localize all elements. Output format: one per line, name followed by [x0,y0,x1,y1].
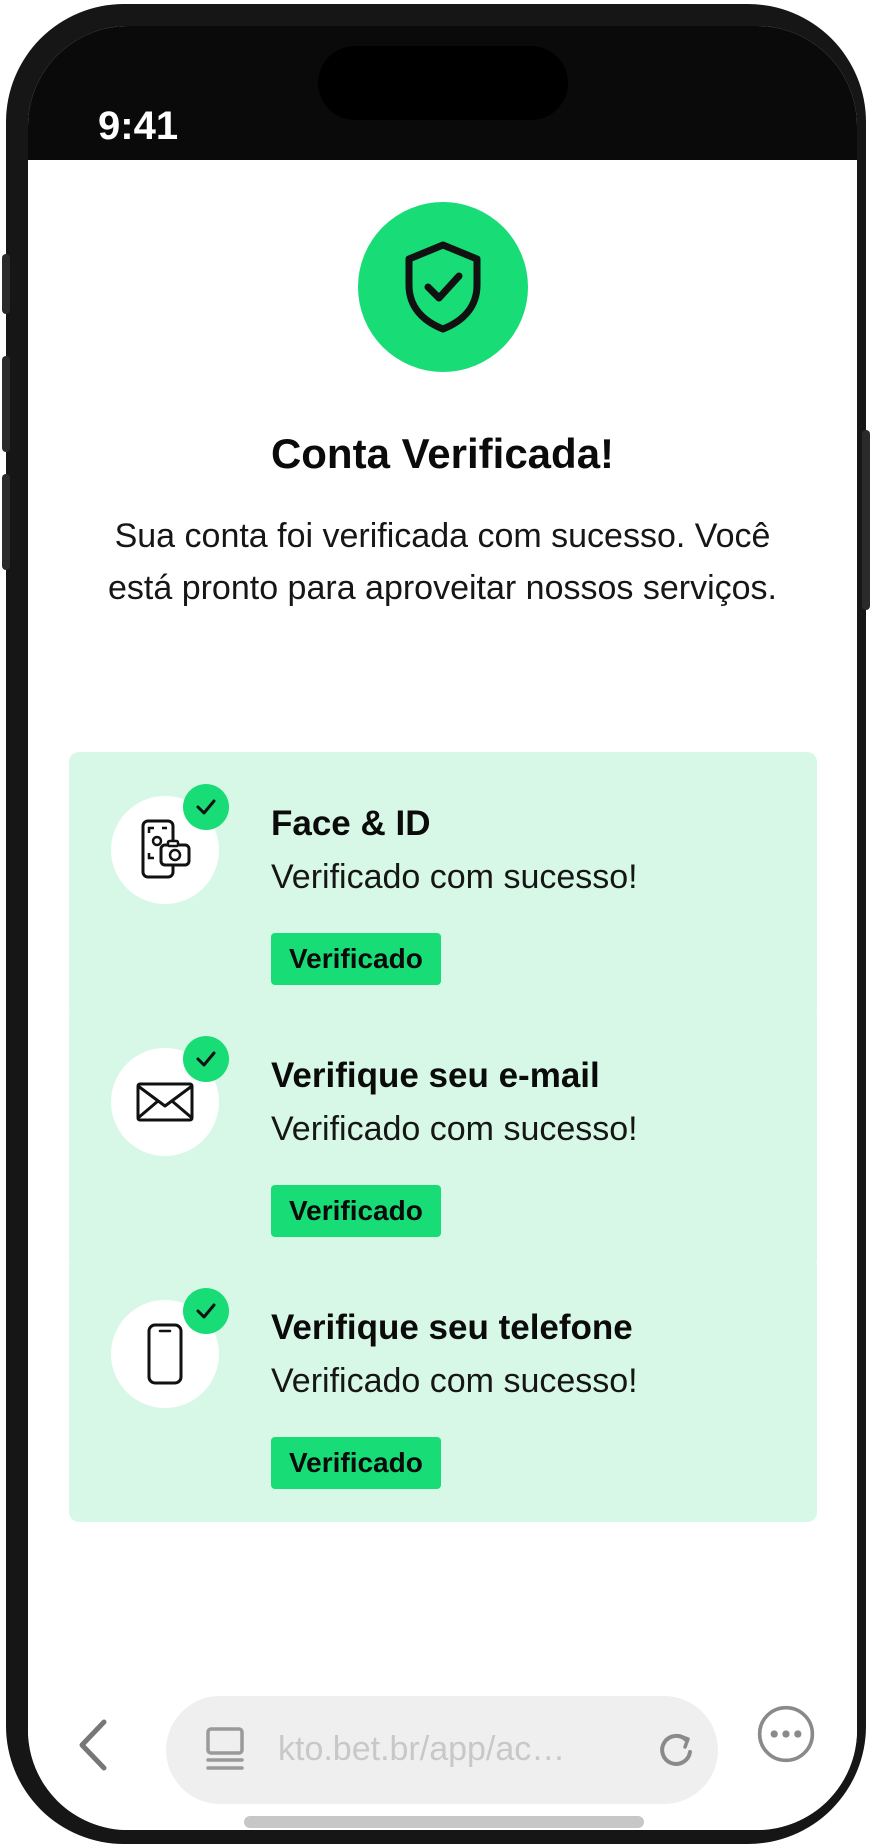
status-bar: 9:41 [28,26,857,160]
status-badge: Verificado [271,1437,441,1489]
check-icon [196,1051,216,1067]
check-icon [196,799,216,815]
phone-icon [147,1323,183,1385]
dynamic-island [318,46,568,120]
verification-content: Conta Verificada! Sua conta foi verifica… [28,160,857,1660]
browser-toolbar: kto.bet.br/app/ac… [28,1660,857,1830]
card-subtitle: Verificado com sucesso! [271,1110,638,1148]
card-title: Verifique seu telefone [271,1308,633,1347]
status-badge: Verificado [271,1185,441,1237]
tabs-icon[interactable] [204,1726,246,1772]
verification-card-phone: Verifique seu telefone Verificado com su… [69,1256,817,1522]
side-button-volume-down [2,474,10,570]
check-badge [183,1288,229,1334]
status-badge: Verificado [271,933,441,985]
home-indicator [244,1816,644,1828]
side-button-power [862,430,870,610]
status-time: 9:41 [98,104,179,148]
side-button-volume-up [2,356,10,452]
check-badge [183,1036,229,1082]
url-text[interactable]: kto.bet.br/app/ac… [278,1730,565,1769]
side-button-mute [2,254,10,314]
verification-card-face-id: Face & ID Verificado com sucesso! Verifi… [69,752,817,1018]
card-subtitle: Verificado com sucesso! [271,858,638,896]
more-options-icon[interactable] [756,1704,816,1764]
card-title: Verifique seu e-mail [271,1056,600,1095]
card-title: Face & ID [271,804,431,843]
check-icon [196,1303,216,1319]
page-title: Conta Verificada! [270,430,615,477]
back-button[interactable] [68,1710,118,1780]
screen: 9:41 Conta Verificada! Sua conta foi ver… [28,26,857,1830]
verification-card-email: Verifique seu e-mail Verificado com suce… [69,1004,817,1270]
check-badge [183,784,229,830]
envelope-icon [136,1082,194,1122]
address-bar[interactable]: kto.bet.br/app/ac… [166,1696,718,1804]
verified-badge [358,202,528,372]
phone-frame: 9:41 Conta Verificada! Sua conta foi ver… [2,4,870,1844]
chevron-left-icon [79,1719,107,1771]
card-subtitle: Verificado com sucesso! [271,1362,638,1400]
reload-icon[interactable] [656,1730,696,1770]
shield-check-icon [405,241,481,333]
face-id-phone-icon [141,819,191,879]
page-description: Sua conta foi verificada com sucesso. Vo… [107,517,777,607]
